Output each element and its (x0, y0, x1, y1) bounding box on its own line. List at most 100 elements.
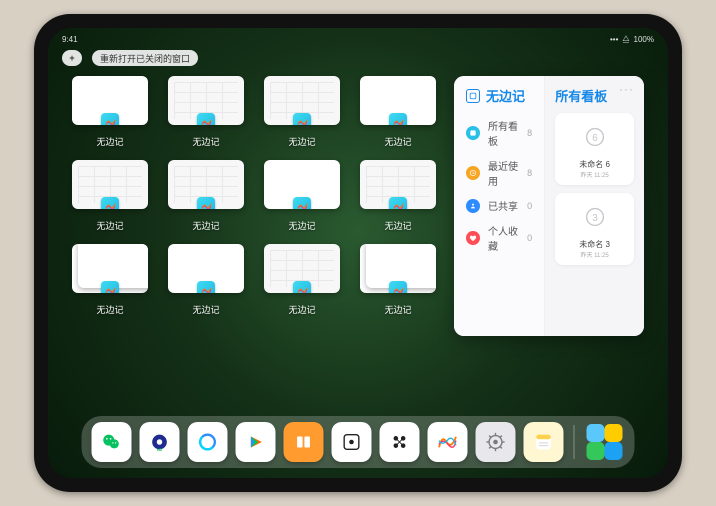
window-label: 无边记 (384, 219, 411, 232)
window-thumbnail[interactable]: 无边记 (72, 244, 148, 316)
thumbnail-preview (264, 76, 340, 125)
window-thumbnail[interactable]: 无边记 (360, 160, 436, 232)
board-name: 未命名 3 (579, 239, 610, 250)
thumbnail-preview (360, 160, 436, 209)
category-icon (466, 166, 480, 180)
window-label: 无边记 (192, 303, 219, 316)
category-count: 0 (527, 201, 532, 211)
freeform-app-icon (293, 113, 311, 125)
freeform-sidebar: ▢ 无边记 所有看板 8 最近使用 8 已共享 0 个人收藏 0 (454, 76, 545, 336)
dock-notes-icon[interactable] (524, 422, 564, 462)
category-label: 个人收藏 (488, 223, 527, 253)
dock-misc-icon[interactable] (380, 422, 420, 462)
dock-wechat-icon[interactable] (92, 422, 132, 462)
category-label: 最近使用 (488, 158, 527, 188)
board-sketch: 3 (577, 199, 613, 235)
window-label: 无边记 (192, 219, 219, 232)
board-sketch: 6 (577, 119, 613, 155)
category-icon (466, 231, 480, 245)
window-thumbnail[interactable]: 无边记 (264, 244, 340, 316)
dock: HD (82, 416, 635, 468)
thumbnail-preview (72, 160, 148, 209)
reopen-closed-window-pill[interactable]: 重新打开已关闭的窗口 (92, 50, 198, 66)
freeform-app-icon (197, 197, 215, 209)
window-label: 无边记 (96, 135, 123, 148)
freeform-app-icon (101, 197, 119, 209)
dock-recent-apps[interactable] (585, 422, 625, 462)
wifi-icon: ⧋ (622, 34, 629, 44)
window-thumbnail[interactable]: 无边记 (72, 76, 148, 148)
category-item[interactable]: 已共享 0 (466, 193, 532, 218)
category-label: 所有看板 (488, 118, 527, 148)
freeform-app-icon (293, 281, 311, 293)
category-item[interactable]: 所有看板 8 (466, 113, 532, 153)
freeform-panel[interactable]: ▢ 无边记 所有看板 8 最近使用 8 已共享 0 个人收藏 0 ··· 所有看… (454, 76, 644, 336)
window-label: 无边记 (96, 303, 123, 316)
window-thumbnail[interactable]: 无边记 (168, 244, 244, 316)
thumbnail-preview (72, 244, 148, 293)
freeform-app-icon (197, 113, 215, 125)
window-label: 无边记 (96, 219, 123, 232)
thumbnail-preview (168, 76, 244, 125)
board-time: 昨天 11:25 (580, 170, 608, 179)
dock-books-icon[interactable] (284, 422, 324, 462)
dock-tencent-video-icon[interactable] (236, 422, 276, 462)
ipad-device: 9:41 ••• ⧋ 100% + 重新打开已关闭的窗口 无边记 无边记 (34, 14, 682, 492)
svg-text:HD: HD (157, 448, 163, 452)
thumbnail-preview (168, 244, 244, 293)
dock-iqiyi-icon[interactable]: HD (140, 422, 180, 462)
window-thumbnail[interactable]: 无边记 (264, 76, 340, 148)
category-count: 8 (527, 128, 532, 138)
svg-text:3: 3 (592, 213, 598, 224)
svg-text:6: 6 (592, 133, 598, 144)
battery-indicator: 100% (634, 35, 654, 44)
freeform-app-icon (389, 281, 407, 293)
freeform-app-icon (101, 281, 119, 293)
freeform-app-icon (389, 113, 407, 125)
window-label: 无边记 (192, 135, 219, 148)
category-item[interactable]: 个人收藏 0 (466, 218, 532, 258)
window-thumbnail[interactable]: 无边记 (168, 76, 244, 148)
window-label: 无边记 (384, 135, 411, 148)
screen: 9:41 ••• ⧋ 100% + 重新打开已关闭的窗口 无边记 无边记 (48, 28, 668, 478)
window-label: 无边记 (288, 135, 315, 148)
category-item[interactable]: 最近使用 8 (466, 153, 532, 193)
app-windows-grid: 无边记 无边记 无边记 无边记 无边记 无边记 无边记 (72, 76, 436, 398)
window-thumbnail[interactable]: 无边记 (360, 244, 436, 316)
plus-icon: + (69, 53, 74, 63)
category-count: 8 (527, 168, 532, 178)
dock-settings-icon[interactable] (476, 422, 516, 462)
thumbnail-preview (72, 76, 148, 125)
thumbnail-preview (264, 244, 340, 293)
add-window-button[interactable]: + (62, 50, 82, 66)
window-thumbnail[interactable]: 无边记 (264, 160, 340, 232)
category-label: 已共享 (488, 198, 527, 213)
dock-separator (574, 425, 575, 459)
thumbnail-preview (360, 244, 436, 293)
board-card[interactable]: 3 未命名 3 昨天 11:25 (555, 193, 634, 265)
dock-game-icon[interactable] (332, 422, 372, 462)
window-label: 无边记 (288, 219, 315, 232)
window-thumbnail[interactable]: 无边记 (168, 160, 244, 232)
status-time: 9:41 (62, 35, 78, 44)
category-icon (466, 126, 480, 140)
status-bar: 9:41 ••• ⧋ 100% (48, 32, 668, 46)
sidebar-collapse-icon[interactable]: ▢ (466, 89, 480, 103)
expose-area: 无边记 无边记 无边记 无边记 无边记 无边记 无边记 (72, 76, 644, 398)
board-time: 昨天 11:25 (580, 250, 608, 259)
dock-freeform-icon[interactable] (428, 422, 468, 462)
board-card[interactable]: 6 未命名 6 昨天 11:25 (555, 113, 634, 185)
freeform-boards-area: ··· 所有看板 6 未命名 6 昨天 11:25 3 未命名 3 昨天 11:… (545, 76, 644, 336)
more-button[interactable]: ··· (619, 82, 634, 96)
window-thumbnail[interactable]: 无边记 (72, 160, 148, 232)
window-thumbnail[interactable]: 无边记 (360, 76, 436, 148)
category-icon (466, 199, 480, 213)
dock-qqbrowser-icon[interactable] (188, 422, 228, 462)
freeform-app-icon (197, 281, 215, 293)
freeform-app-icon (293, 197, 311, 209)
thumbnail-preview (168, 160, 244, 209)
category-count: 0 (527, 233, 532, 243)
board-name: 未命名 6 (579, 159, 610, 170)
freeform-app-icon (389, 197, 407, 209)
sidebar-title: ▢ 无边记 (466, 86, 532, 105)
